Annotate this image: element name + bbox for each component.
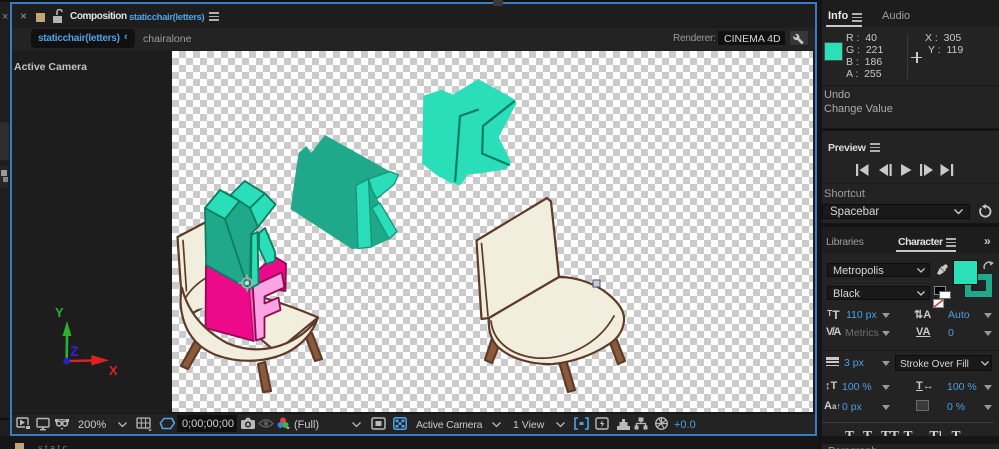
svg-text:X: X xyxy=(109,363,118,378)
svg-text:Y: Y xyxy=(55,305,64,320)
svg-text:Z: Z xyxy=(70,343,79,359)
